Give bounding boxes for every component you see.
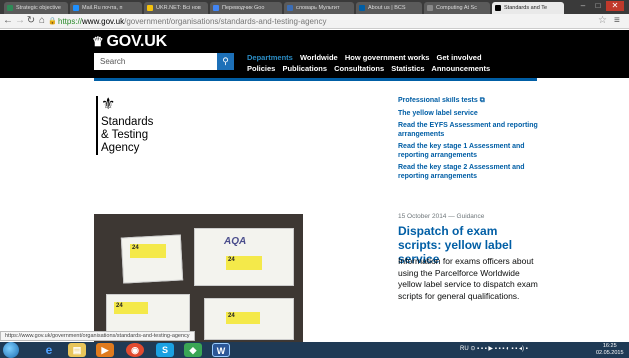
url-field[interactable]: https://www.gov.uk/government/organisati…	[58, 16, 326, 27]
tab-favicon	[213, 5, 219, 11]
yellow-label: 24	[130, 244, 166, 258]
taskbar: e ▤ ▶ ◉ S ◆ W RU ⊙ ▪ ▪ ▪ ▶ ▪ ▪ ▪ ◐ ▪ ▪ ◂…	[0, 342, 629, 358]
tab-favicon	[7, 5, 13, 11]
skype-icon[interactable]: S	[156, 343, 174, 357]
article-description: Information for exams officers about usi…	[398, 256, 538, 301]
organisation-name: Standards & Testing Agency	[101, 116, 154, 154]
minimize-icon[interactable]: –	[576, 1, 590, 11]
tray-icons[interactable]: ⊙ ▪ ▪ ▪ ▶ ▪ ▪ ▪ ◐ ▪ ▪ ◂) ▪	[470, 346, 527, 352]
bookmark-star-icon[interactable]: ☆	[598, 15, 607, 26]
nav-statistics[interactable]: Statistics	[391, 64, 424, 73]
status-url-tooltip: https://www.gov.uk/government/organisati…	[0, 331, 195, 341]
nav-policies[interactable]: Policies	[247, 64, 275, 73]
featured-image[interactable]: 24 AQA 24 24 24	[94, 214, 303, 344]
nav-consultations[interactable]: Consultations	[334, 64, 384, 73]
tab-computing[interactable]: Computing At Sc	[424, 2, 490, 14]
link-yellow-label-service[interactable]: The yellow label service	[398, 110, 540, 119]
tab-bcs[interactable]: About us | BCS	[356, 2, 422, 14]
header-accent-bar	[94, 78, 537, 81]
tab-favicon	[359, 5, 365, 11]
link-ks2-arrangements[interactable]: Read the key stage 2 Assessment and repo…	[398, 164, 540, 181]
browser-tab-bar: Strategic objective Mail.Ru почта, п UKR…	[0, 0, 629, 14]
back-icon[interactable]: ←	[2, 15, 14, 27]
featured-links: Professional skills tests ⧉ The yellow l…	[398, 97, 540, 181]
tab-translator[interactable]: Переводчик Goo	[210, 2, 282, 14]
search-icon: ⚲	[222, 56, 229, 66]
govuk-logo[interactable]: ♛ GOV.UK	[92, 33, 167, 51]
menu-icon[interactable]: ≡	[614, 15, 620, 26]
yellow-label: 24	[226, 256, 262, 270]
organisation-logo: ⚜ Standards & Testing Agency	[96, 96, 186, 155]
start-button[interactable]	[3, 342, 19, 358]
link-professional-skills-tests[interactable]: Professional skills tests ⧉	[398, 97, 540, 106]
search-button[interactable]: ⚲	[217, 53, 234, 70]
tab-strategic[interactable]: Strategic objective	[4, 2, 68, 14]
yellow-label: 24	[114, 302, 148, 314]
yellow-label: 24	[226, 312, 260, 324]
top-nav-secondary: Policies Publications Consultations Stat…	[247, 64, 495, 73]
explorer-icon[interactable]: ▤	[68, 343, 86, 357]
tab-favicon	[73, 5, 79, 11]
ie-icon[interactable]: e	[40, 343, 58, 357]
nav-worldwide[interactable]: Worldwide	[300, 53, 338, 62]
app-icon[interactable]: ◆	[184, 343, 202, 357]
parcel	[120, 234, 184, 284]
tab-favicon	[427, 5, 433, 11]
crown-icon: ♛	[92, 34, 104, 49]
media-player-icon[interactable]: ▶	[96, 343, 114, 357]
tab-mailru[interactable]: Mail.Ru почта, п	[70, 2, 142, 14]
article-meta: 15 October 2014 — Guidance	[398, 213, 485, 220]
aqa-brand: AQA	[224, 236, 247, 247]
govuk-header: ♛ GOV.UK Search ⚲ Departments Worldwide H…	[0, 30, 629, 78]
tab-favicon	[287, 5, 293, 11]
home-icon[interactable]: ⌂	[36, 15, 48, 27]
link-ks1-arrangements[interactable]: Read the key stage 1 Assessment and repo…	[398, 143, 540, 160]
word-icon[interactable]: W	[212, 343, 230, 357]
tab-dictionary[interactable]: словарь Мультит	[284, 2, 354, 14]
maximize-icon[interactable]: □	[591, 1, 605, 11]
external-link-icon: ⧉	[479, 97, 485, 104]
link-eyfs-arrangements[interactable]: Read the EYFS Assessment and reporting a…	[398, 122, 540, 139]
nav-get-involved[interactable]: Get involved	[437, 53, 482, 62]
nav-departments[interactable]: Departments	[247, 53, 293, 62]
nav-publications[interactable]: Publications	[282, 64, 327, 73]
address-bar: ← → ↻ ⌂ 🔒 https://www.gov.uk/government/…	[0, 14, 629, 29]
close-icon[interactable]: ✕	[606, 1, 624, 11]
tab-ukrnet[interactable]: UKR.NET: Всі нов	[144, 2, 208, 14]
chrome-icon[interactable]: ◉	[126, 343, 144, 357]
system-tray: RU ⊙ ▪ ▪ ▪ ▶ ▪ ▪ ▪ ◐ ▪ ▪ ◂) ▪	[460, 346, 528, 352]
nav-announcements[interactable]: Announcements	[431, 64, 490, 73]
lock-icon: 🔒	[48, 18, 57, 25]
tab-standards-active[interactable]: Standards and Te	[492, 2, 564, 14]
tab-favicon	[495, 5, 501, 11]
nav-how-government-works[interactable]: How government works	[345, 53, 430, 62]
clock[interactable]: 16:25 02.05.2015	[596, 343, 624, 357]
search-input[interactable]: Search	[94, 53, 217, 70]
royal-crest-icon: ⚜	[101, 96, 116, 113]
top-nav-primary: Departments Worldwide How government wor…	[247, 53, 487, 62]
tab-favicon	[147, 5, 153, 11]
